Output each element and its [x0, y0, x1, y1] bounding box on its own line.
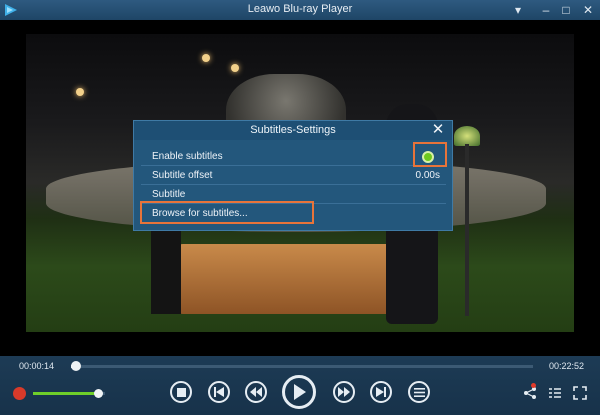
share-notification-dot	[531, 383, 536, 388]
duration: 00:22:52	[549, 361, 585, 371]
volume-slider[interactable]	[33, 389, 105, 398]
mute-icon[interactable]	[13, 387, 26, 400]
subtitle-label: Subtitle	[152, 189, 186, 200]
close-icon[interactable]: ✕	[580, 2, 596, 18]
light	[231, 64, 239, 72]
player-window: Leawo Blu-ray Player ▾ – □ ✕ Subtitles-S…	[0, 0, 600, 415]
light	[202, 54, 210, 62]
rewind-icon	[250, 387, 262, 397]
dialog-title: Subtitles-Settings	[134, 121, 452, 140]
rewind-button[interactable]	[245, 381, 267, 403]
seek-bar[interactable]	[71, 361, 533, 371]
subtitle-offset-row[interactable]: Subtitle offset 0.00s	[141, 167, 446, 185]
seek-handle[interactable]	[71, 361, 82, 371]
subtitle-offset-value[interactable]: 0.00s	[416, 167, 440, 185]
fast-forward-button[interactable]	[333, 381, 355, 403]
subtitle-offset-label: Subtitle offset	[152, 170, 213, 181]
control-bar: 00:00:14 00:22:52	[0, 356, 600, 415]
playlist-menu-icon	[413, 387, 425, 397]
previous-button[interactable]	[208, 381, 230, 403]
enable-subtitles-row[interactable]: Enable subtitles	[141, 148, 446, 166]
dialog-close-icon[interactable]: ✕	[430, 122, 446, 138]
playlist-menu-button[interactable]	[408, 381, 430, 403]
play-icon	[294, 384, 306, 400]
next-button[interactable]	[370, 381, 392, 403]
toggle-highlight-box	[413, 142, 447, 167]
browse-highlight-box	[140, 201, 314, 224]
maximize-icon[interactable]: □	[558, 2, 574, 18]
lamp-pole	[465, 144, 469, 316]
share-icon[interactable]	[523, 386, 537, 400]
figure	[151, 224, 181, 314]
stop-icon	[176, 387, 186, 397]
previous-icon	[214, 387, 224, 397]
volume-handle[interactable]	[93, 389, 103, 398]
menu-icon[interactable]: ▾	[510, 2, 526, 18]
title-bar: Leawo Blu-ray Player ▾ – □ ✕	[0, 0, 600, 20]
play-button[interactable]	[282, 375, 316, 409]
volume-level	[33, 392, 98, 395]
list-icon[interactable]	[548, 386, 562, 400]
tiffany-lamp	[454, 126, 480, 146]
stop-button[interactable]	[170, 381, 192, 403]
orange-couch	[171, 244, 406, 314]
fast-forward-icon	[338, 387, 350, 397]
current-time: 00:00:14	[19, 361, 55, 371]
fullscreen-icon[interactable]	[573, 386, 587, 400]
light	[76, 88, 84, 96]
minimize-icon[interactable]: –	[538, 2, 554, 18]
enable-subtitles-label: Enable subtitles	[152, 151, 223, 162]
next-icon	[376, 387, 386, 397]
